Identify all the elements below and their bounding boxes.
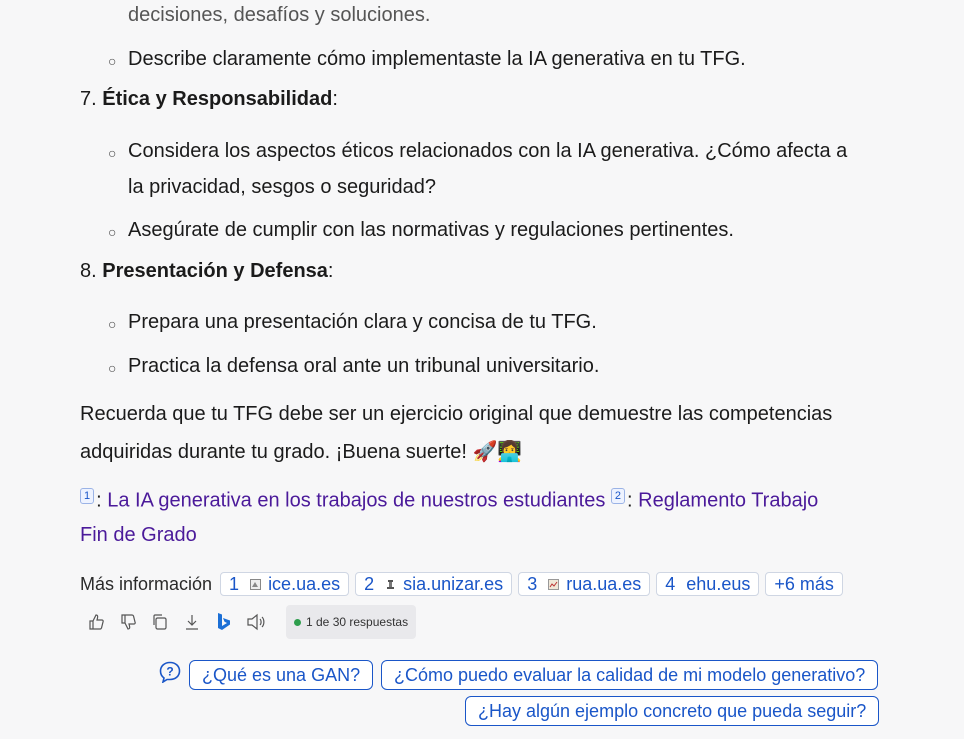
more-info-row: Más información 1 ice.ua.es 2 sia.unizar… (80, 570, 843, 598)
suggestion-chip-example[interactable]: ¿Hay algún ejemplo concreto que pueda se… (465, 696, 880, 726)
response-counter-text: 1 de 30 respuestas (306, 615, 409, 629)
source-domain: ehu.eus (686, 573, 751, 594)
citation-badge-1[interactable]: 1 (80, 488, 95, 504)
closing-text-line: adquiridas durante tu grado. ¡Buena suer… (80, 441, 523, 463)
source-chip-1[interactable]: 1 ice.ua.es (220, 572, 350, 596)
source-chip-3[interactable]: 3 rua.ua.es (518, 572, 651, 596)
list-item-title: Presentación y Defensa (102, 260, 328, 282)
bing-icon[interactable] (214, 612, 234, 632)
list-item-title: Ética y Responsabilidad (102, 88, 333, 110)
source-number: 3 (527, 573, 538, 594)
citation-link-1[interactable]: La IA generativa en los trabajos de nues… (107, 490, 605, 512)
more-sources-button[interactable]: +6 más (765, 572, 843, 596)
svg-text:?: ? (166, 665, 173, 679)
suggestion-chip-gan[interactable]: ¿Qué es una GAN? (189, 660, 374, 690)
closing-text-line: Recuerda que tu TFG debe ser un ejercici… (80, 403, 833, 425)
list-colon: : (332, 88, 338, 110)
question-help-icon[interactable]: ? (159, 661, 181, 683)
site-favicon-icon (250, 578, 262, 590)
sub-bullet-icon: ○ (108, 316, 117, 332)
response-text-line: Asegúrate de cumplir con las normativas … (128, 219, 734, 241)
citation-link-2[interactable]: Reglamento Trabajo (638, 490, 818, 512)
sub-bullet-icon: ○ (108, 53, 117, 69)
response-text-line: la privacidad, sesgos o seguridad? (128, 176, 436, 198)
speaker-icon[interactable] (246, 612, 266, 632)
sub-bullet-icon: ○ (108, 224, 117, 240)
response-text-line: Describe claramente cómo implementaste l… (128, 48, 746, 70)
source-number: 1 (229, 573, 240, 594)
site-favicon-icon (387, 579, 395, 589)
thumbs-up-icon[interactable] (86, 612, 106, 632)
source-domain: ice.ua.es (268, 573, 341, 594)
source-number: 2 (364, 573, 375, 594)
status-dot-icon (294, 618, 301, 626)
source-number: 4 (665, 573, 676, 594)
response-text-line: Practica la defensa oral ante un tribuna… (128, 355, 600, 377)
copy-icon[interactable] (150, 612, 170, 632)
list-colon: : (327, 260, 334, 282)
sub-bullet-icon: ○ (108, 360, 117, 376)
source-chip-4[interactable]: 4 ehu.eus (656, 572, 760, 596)
response-counter: 1 de 30 respuestas (286, 605, 417, 639)
list-number: 8. (80, 260, 97, 282)
citation-link-2-cont[interactable]: Fin de Grado (80, 524, 197, 547)
response-text-line: decisiones, desafíos y soluciones. (128, 4, 431, 26)
site-favicon-icon (548, 578, 560, 590)
source-chip-2[interactable]: 2 sia.unizar.es (355, 572, 513, 596)
download-icon[interactable] (182, 612, 202, 632)
citation-separator: : (96, 489, 108, 512)
response-actions: 1 de 30 respuestas (86, 605, 417, 639)
list-item-8: 8. Presentación y Defensa: (80, 260, 333, 283)
suggestion-chip-evaluate[interactable]: ¿Cómo puedo evaluar la calidad de mi mod… (381, 660, 879, 690)
citation-badge-2[interactable]: 2 (610, 488, 626, 504)
source-domain: rua.ua.es (566, 573, 642, 594)
list-item-7: 7. Ética y Responsabilidad: (80, 88, 338, 111)
citations-line: 1: La IA generativa en los trabajos de n… (80, 488, 818, 513)
response-text-line: Considera los aspectos éticos relacionad… (128, 140, 848, 162)
list-number: 7. (80, 88, 97, 110)
citation-separator: : (627, 489, 639, 512)
thumbs-down-icon[interactable] (118, 612, 138, 632)
more-info-label: Más información (80, 573, 213, 594)
sub-bullet-icon: ○ (108, 145, 117, 161)
source-domain: sia.unizar.es (403, 573, 504, 594)
response-text-line: Prepara una presentación clara y concisa… (128, 311, 597, 333)
